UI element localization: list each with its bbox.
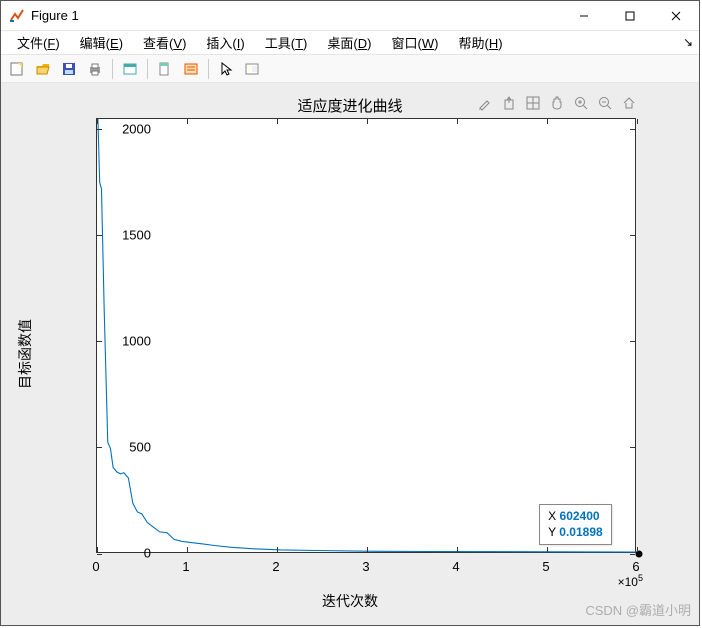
pointer-button[interactable] (214, 58, 238, 80)
x-tick (367, 547, 368, 552)
toolbar (1, 55, 699, 83)
maximize-button[interactable] (607, 1, 653, 31)
matlab-icon (9, 8, 25, 24)
x-tick (187, 119, 188, 124)
menu-window[interactable]: 窗口(W) (381, 31, 448, 54)
axes[interactable]: X 602400 Y 0.01898 (96, 118, 636, 553)
colorbar-button[interactable] (240, 58, 264, 80)
y-tick (630, 554, 635, 555)
save-button[interactable] (57, 58, 81, 80)
menu-desktop[interactable]: 桌面(D) (317, 31, 381, 54)
x-tick (367, 119, 368, 124)
zoom-out-icon[interactable] (595, 93, 615, 113)
menu-view[interactable]: 查看(V) (133, 31, 196, 54)
y-tick (630, 341, 635, 342)
menu-file[interactable]: 文件(F) (7, 31, 70, 54)
link-button[interactable] (118, 58, 142, 80)
toolbar-separator (112, 59, 113, 79)
x-tick (277, 119, 278, 124)
y-tick-label: 1500 (101, 227, 151, 242)
datatip[interactable]: X 602400 Y 0.01898 (539, 504, 612, 545)
home-icon[interactable] (619, 93, 639, 113)
menu-overflow-icon[interactable]: ↘ (683, 35, 693, 49)
y-tick (630, 129, 635, 130)
y-tick-label: 1000 (101, 333, 151, 348)
x-tick-label: 1 (171, 559, 201, 574)
titlebar: Figure 1 (1, 1, 699, 31)
x-tick (637, 119, 638, 124)
x-tick-label: 2 (261, 559, 291, 574)
y-tick (630, 235, 635, 236)
x-tick (187, 547, 188, 552)
menu-tools[interactable]: 工具(T) (255, 31, 318, 54)
x-tick-label: 6 (621, 559, 651, 574)
x-tick-label: 0 (81, 559, 111, 574)
x-tick (457, 119, 458, 124)
toolbar-separator (208, 59, 209, 79)
y-tick (630, 447, 635, 448)
window-title: Figure 1 (31, 8, 561, 23)
x-tick (547, 119, 548, 124)
x-tick (457, 547, 458, 552)
datatip-y-label: Y (548, 525, 556, 539)
x-tick (97, 547, 98, 552)
menu-insert[interactable]: 插入(I) (196, 31, 254, 54)
export-icon[interactable] (499, 93, 519, 113)
x-tick-label: 3 (351, 559, 381, 574)
menu-edit[interactable]: 编辑(E) (70, 31, 133, 54)
x-axis-factor: ×105 (618, 573, 643, 589)
pan-icon[interactable] (547, 93, 567, 113)
zoom-in-icon[interactable] (571, 93, 591, 113)
x-axis-label: 迭代次数 (1, 591, 699, 611)
menu-help[interactable]: 帮助(H) (448, 31, 512, 54)
datatip-x-label: X (548, 509, 556, 523)
x-tick (97, 119, 98, 124)
toolbar-separator (147, 59, 148, 79)
axes-toolbar (475, 93, 639, 113)
figure-window: Figure 1 文件(F) 编辑(E) 查看(V) 插入(I) 工具(T) 桌… (0, 0, 700, 626)
x-tick (547, 547, 548, 552)
y-axis-label: 目标函数值 (15, 319, 35, 389)
x-tick-label: 5 (531, 559, 561, 574)
menubar: 文件(F) 编辑(E) 查看(V) 插入(I) 工具(T) 桌面(D) 窗口(W… (1, 31, 699, 55)
x-tick (277, 547, 278, 552)
datatip-y-value: 0.01898 (559, 525, 602, 539)
y-tick-label: 500 (101, 439, 151, 454)
open-button[interactable] (31, 58, 55, 80)
print-button[interactable] (83, 58, 107, 80)
figure-area: 适应度进化曲线 X 602400 Y 0.01898 (1, 83, 699, 625)
y-tick-label: 2000 (101, 121, 151, 136)
minimize-button[interactable] (561, 1, 607, 31)
line-plot (97, 119, 635, 552)
datacursor-button[interactable] (153, 58, 177, 80)
x-tick (637, 547, 638, 552)
brush-icon[interactable] (475, 93, 495, 113)
restore-icon[interactable] (523, 93, 543, 113)
x-tick-label: 4 (441, 559, 471, 574)
close-button[interactable] (653, 1, 699, 31)
datatip-x-value: 602400 (560, 509, 600, 523)
new-figure-button[interactable] (5, 58, 29, 80)
legend-button[interactable] (179, 58, 203, 80)
